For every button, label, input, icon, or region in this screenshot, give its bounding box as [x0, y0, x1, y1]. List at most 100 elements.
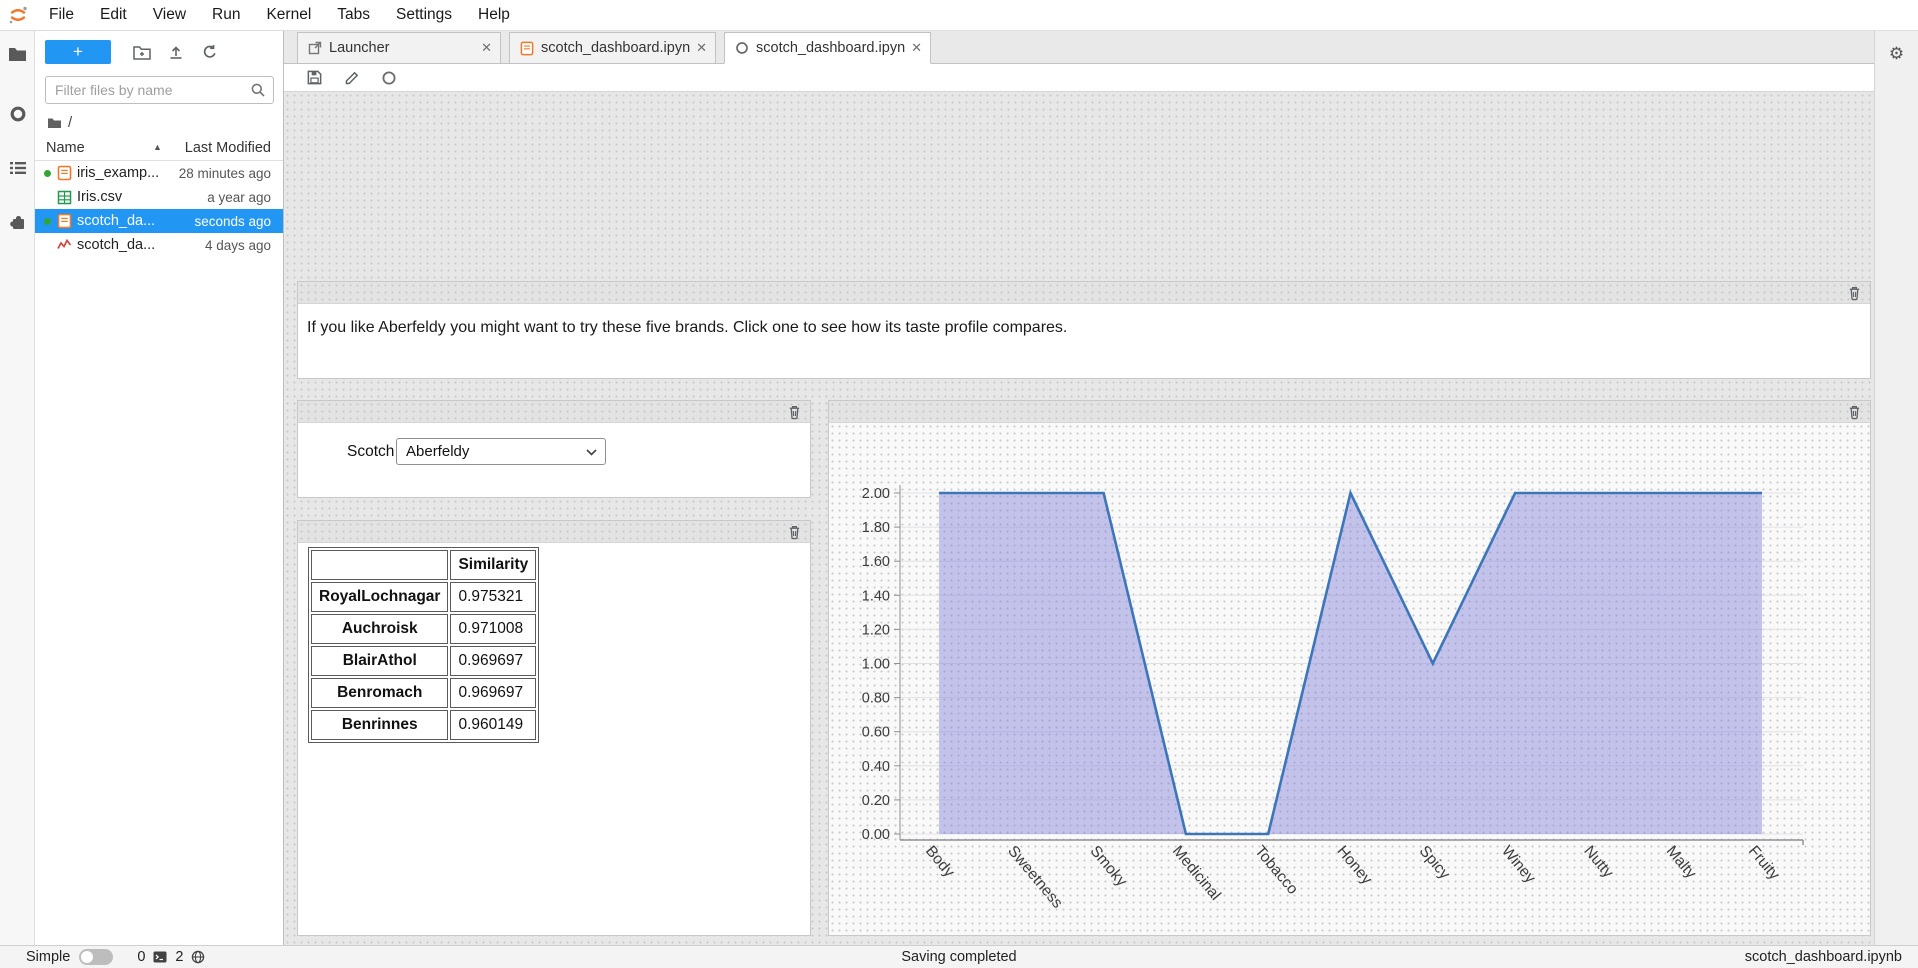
delete-cell-icon[interactable] [783, 523, 805, 541]
file-browser-panel: + [35, 31, 284, 945]
file-modified: a year ago [207, 190, 271, 205]
x-category-label: Winey [1498, 843, 1539, 887]
tab-notebook[interactable]: scotch_dashboard.ipynb ✕ [509, 32, 716, 64]
right-sidebar: ⚙ [1874, 31, 1918, 945]
close-icon[interactable]: ✕ [911, 40, 922, 56]
running-status-dot [44, 218, 51, 225]
menu-view[interactable]: View [140, 6, 199, 24]
table-row[interactable]: BlairAthol 0.969697 [311, 646, 536, 676]
file-row-iris-example[interactable]: iris_examp... 28 minutes ago [35, 161, 283, 185]
delete-cell-icon[interactable] [783, 403, 805, 421]
breadcrumb[interactable]: / [35, 108, 283, 137]
property-inspector-gear-icon[interactable]: ⚙ [1875, 44, 1918, 64]
similarity-value-cell: 0.960149 [450, 710, 536, 740]
scotch-dropdown[interactable]: Aberfeldy [396, 438, 606, 465]
y-tick-label: 0.60 [862, 725, 890, 741]
file-row-iris-csv[interactable]: Iris.csv a year ago [35, 185, 283, 209]
table-row[interactable]: Auchroisk 0.971008 [311, 614, 536, 644]
file-row-scotch-data[interactable]: scotch_da... 4 days ago [35, 233, 283, 257]
x-category-label: Malty [1663, 843, 1700, 882]
close-icon[interactable]: ✕ [481, 40, 492, 56]
y-tick-label: 1.20 [862, 622, 890, 638]
menu-settings[interactable]: Settings [383, 6, 465, 24]
table-row[interactable]: RoyalLochnagar 0.975321 [311, 582, 536, 612]
brand-name-cell[interactable]: Auchroisk [311, 614, 448, 644]
similarity-table: Similarity RoyalLochnagar 0.975321 Auchr… [308, 547, 539, 743]
table-row[interactable]: Benrinnes 0.960149 [311, 710, 536, 740]
sort-ascending-icon[interactable]: ▲ [153, 142, 162, 152]
notebook-icon [520, 41, 534, 56]
menu-kernel[interactable]: Kernel [253, 6, 324, 24]
file-browser-toolbar: + [35, 31, 283, 68]
panel-drag-handle[interactable] [298, 282, 1870, 304]
new-launcher-button[interactable]: + [45, 40, 111, 64]
similarity-value-cell: 0.969697 [450, 646, 536, 676]
menu-bar: File Edit View Run Kernel Tabs Settings … [0, 0, 1918, 31]
delete-cell-icon[interactable] [1843, 403, 1865, 421]
notebook-toolbar [284, 64, 1874, 92]
new-folder-icon[interactable] [125, 40, 159, 64]
search-icon [250, 82, 266, 98]
file-row-scotch-dashboard-selected[interactable]: scotch_da... seconds ago [35, 209, 283, 233]
menu-run[interactable]: Run [199, 6, 253, 24]
close-icon[interactable]: ✕ [696, 40, 707, 56]
panel-drag-handle[interactable] [298, 401, 810, 423]
menu-tabs[interactable]: Tabs [324, 6, 383, 24]
dashboard-icon [735, 41, 749, 55]
tab-label: Launcher [329, 40, 475, 56]
running-kernels-icon[interactable] [0, 91, 35, 137]
extensions-icon[interactable] [0, 199, 35, 245]
brand-name-cell[interactable]: Benrinnes [311, 710, 448, 740]
edit-icon[interactable] [344, 70, 360, 86]
y-tick-label: 0.20 [862, 793, 890, 809]
y-tick-label: 0.00 [862, 827, 890, 843]
tab-dashboard-active[interactable]: scotch_dashboard.ipynb ✕ [724, 32, 931, 64]
y-tick-label: 0.80 [862, 691, 890, 707]
similarity-value-cell: 0.975321 [450, 582, 536, 612]
column-header-last-modified[interactable]: Last Modified [185, 140, 271, 156]
table-of-contents-icon[interactable] [0, 145, 35, 191]
dashboard-canvas: If you like Aberfeldy you might want to … [284, 92, 1874, 945]
panel-drag-handle[interactable] [298, 521, 810, 543]
menu-file[interactable]: File [36, 6, 87, 24]
brand-name-cell[interactable]: Benromach [311, 678, 448, 708]
upload-icon[interactable] [159, 40, 193, 64]
table-row[interactable]: Benromach 0.969697 [311, 678, 536, 708]
chart-file-icon [54, 238, 74, 252]
status-message: Saving completed [0, 949, 1918, 965]
brand-name-cell[interactable]: BlairAthol [311, 646, 448, 676]
file-filter-input[interactable] [45, 76, 274, 104]
save-icon[interactable] [306, 69, 323, 86]
status-bar: Simple 0 2 Saving completed scotch_dashb… [0, 945, 1918, 968]
file-name: iris_examp... [77, 165, 179, 181]
activity-bar [0, 31, 35, 945]
refresh-icon[interactable] [193, 40, 227, 64]
x-category-label: Honey [1333, 843, 1375, 888]
y-tick-label: 1.60 [862, 554, 890, 570]
file-name: Iris.csv [77, 189, 207, 205]
tab-label: scotch_dashboard.ipynb [541, 40, 690, 56]
column-header-name[interactable]: Name [46, 140, 85, 156]
menu-help[interactable]: Help [465, 6, 523, 24]
y-tick-label: 2.00 [862, 486, 890, 502]
area-fill [939, 493, 1762, 834]
taste-profile-chart[interactable]: 0.000.200.400.600.801.001.201.401.601.80… [829, 423, 1870, 935]
delete-cell-icon[interactable] [1843, 284, 1865, 302]
breadcrumb-root: / [68, 114, 72, 131]
file-modified: 28 minutes ago [179, 166, 271, 181]
menu-edit[interactable]: Edit [87, 6, 140, 24]
scotch-dropdown-value: Aberfeldy [406, 443, 469, 460]
x-category-label: Spicy [1416, 843, 1454, 883]
panel-drag-handle[interactable] [829, 401, 1870, 423]
file-list: iris_examp... 28 minutes ago Iris.csv a … [35, 161, 283, 257]
render-dashboard-icon[interactable] [381, 70, 397, 86]
file-browser-icon[interactable] [0, 31, 35, 77]
file-modified: 4 days ago [205, 238, 271, 253]
brand-name-cell[interactable]: RoyalLochnagar [311, 582, 448, 612]
y-tick-label: 0.40 [862, 759, 890, 775]
tab-launcher[interactable]: Launcher ✕ [297, 32, 501, 64]
scotch-field-label: Scotch [347, 443, 394, 461]
x-category-label: Fruity [1745, 843, 1783, 884]
similarity-value-cell: 0.969697 [450, 678, 536, 708]
empty-header-cell [311, 550, 448, 580]
